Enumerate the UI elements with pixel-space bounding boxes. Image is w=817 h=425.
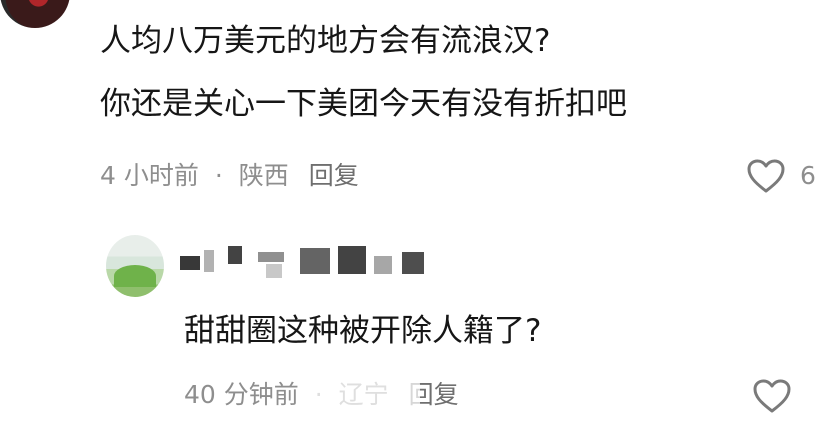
reply-button[interactable]: 回复 bbox=[309, 161, 359, 190]
comment-meta: 4 小时前 · 陕西 回复 bbox=[100, 160, 359, 192]
comment-text-line-1: 人均八万美元的地方会有流浪汉? bbox=[100, 23, 551, 59]
like-count: 6 bbox=[800, 161, 816, 190]
reply-time: 40 分钟前 bbox=[184, 380, 299, 409]
comment-time: 4 小时前 bbox=[100, 161, 199, 190]
comment-location: 陕西 bbox=[238, 161, 289, 190]
heart-outline-icon[interactable] bbox=[752, 378, 792, 414]
user-avatar[interactable] bbox=[0, 0, 70, 28]
reply-username-blurred[interactable] bbox=[180, 242, 430, 280]
watermark-overlay bbox=[310, 380, 420, 410]
meta-separator: · bbox=[214, 161, 223, 190]
heart-outline-icon[interactable] bbox=[746, 158, 786, 194]
comment-thread: 人均八万美元的地方会有流浪汉? 你还是关心一下美团今天有没有折扣吧 4 小时前 … bbox=[0, 0, 817, 425]
reply-user-avatar[interactable] bbox=[106, 235, 164, 297]
comment-text-line-2: 你还是关心一下美团今天有没有折扣吧 bbox=[100, 86, 627, 122]
reply-text: 甜甜圈这种被开除人籍了? bbox=[184, 313, 542, 349]
avatar-hill-shape bbox=[114, 265, 156, 287]
